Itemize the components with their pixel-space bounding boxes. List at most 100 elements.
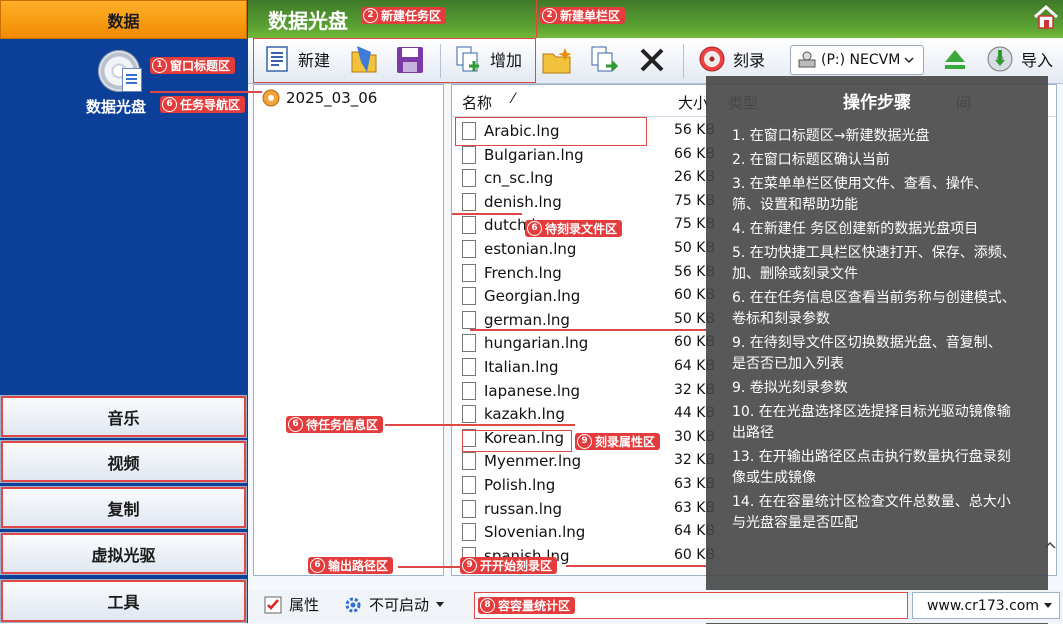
chevron-down-icon [1044,602,1052,608]
annotation-capacity: 8 容容量统计区 [478,597,576,614]
file-row[interactable]: Iapanese.lng [462,380,580,402]
boot-gear-icon [345,597,361,612]
step-item: 4. 在新建任 务区创建新的数据光盘项目 [732,221,979,237]
file-row[interactable]: estonian.lng [462,238,576,260]
file-name: Georgian.lng [484,287,581,306]
tab-data-label: 数据 [107,11,140,31]
menu-region-divider [536,0,537,38]
file-row[interactable]: cn_sc.lng [462,167,553,189]
move-file-icon[interactable] [589,44,621,76]
eject-icon[interactable] [941,46,969,74]
tab-copy-label: 复制 [107,499,140,519]
file-row[interactable]: Polish.lng [462,474,555,496]
annotation-window-title: 1 窗口标题区 [150,57,236,74]
new-task-region-box [253,38,536,83]
annotation-start-burn: 9 开开始刻录区 [460,557,558,574]
tab-virtual-drive-label: 虚拟光驱 [91,545,156,565]
file-icon [462,499,476,518]
annotation-menu-bar: 2 新建单栏区 [540,7,626,24]
file-row[interactable]: Bulgarian.lng [462,144,584,166]
document-icon [122,68,142,92]
file-icon [462,381,476,400]
annotation-window-title-text: 窗口标题区 [170,59,231,73]
delete-icon[interactable] [637,45,667,75]
tab-virtual-drive[interactable]: 虚拟光驱 [0,532,247,575]
file-row[interactable]: Myenmer.lng [462,450,581,472]
checklist-icon [264,596,282,613]
file-row[interactable]: kazakh.lng [462,403,565,425]
file-icon [462,169,476,188]
annotation-burn-props: 9 刻录属性区 [575,433,661,450]
burn-props-box [462,430,572,452]
column-size[interactable]: 大小 [678,92,708,113]
file-row[interactable]: denish.lng [462,191,562,213]
import-button[interactable]: 导入 [985,44,1053,74]
file-name: Italian.lng [484,358,559,376]
data-disc-label: 数据光盘 [86,98,147,116]
tab-tools[interactable]: 工具 [0,579,247,623]
file-row[interactable]: hungarian.lng [462,332,588,354]
steps-title: 操作步骤 [843,93,911,113]
import-button-label: 导入 [1021,51,1054,70]
tab-video-label: 视频 [107,453,140,473]
annotation-task-nav: 6 任务导航区 [160,96,246,113]
step-item: 14. 在在容量统计区检查文件总数量、总大小 与光盘容量是否匹配 [732,494,1011,531]
step-item: 3. 在菜单单栏区使用文件、查看、操作、 筛、设置和帮助功能 [732,176,988,213]
task-info-leader [385,424,575,426]
boot-select[interactable]: 不可启动 [343,594,445,615]
task-nav-leader [150,91,262,93]
burn-button[interactable]: 刻录 [697,44,765,74]
file-icon [462,263,476,282]
annotation-new-task: 2 新建任务区 [361,7,447,24]
file-icon [462,216,476,235]
column-name[interactable]: 名称 [462,92,492,113]
site-select[interactable]: www.cr173.com [912,592,1060,619]
file-icon [462,145,476,164]
tab-data[interactable]: 数据 [0,0,247,39]
file-icon [462,240,476,258]
tab-music[interactable]: 音乐 [0,395,247,438]
file-row[interactable]: Slovenian.lng [462,521,585,543]
pending-files-box [455,117,647,146]
annotation-start-burn-text: 开开始刻录区 [480,559,553,573]
file-name: german.lng [484,310,570,329]
sort-indicator: ⁄ [512,91,515,107]
file-icon [462,523,476,542]
file-row[interactable]: german.lng [462,309,570,331]
properties-button[interactable]: 属性 [263,594,319,615]
step-item: 2. 在窗口标题区确认当前 [732,152,890,168]
page-title: 数据光盘 [268,9,348,33]
file-name: Slovenian.lng [484,523,586,542]
step-item: 9. 在待刻导文件区切换数据光盘、音复制、 是否否已加入列表 [732,335,1002,372]
properties-label: 属性 [289,596,320,614]
step-item: 5. 在功快捷工具栏区快速打开、保存、添频、 加、删除或刻录文件 [732,245,1016,282]
annotation-burn-props-text: 刻录属性区 [595,435,656,449]
file-icon [462,192,476,211]
project-tree-item[interactable]: 2025_03_06 [262,89,377,107]
file-name: Iapanese.lng [484,381,581,400]
file-row[interactable]: Italian.lng [462,356,559,378]
annotation-new-task-text: 新建任务区 [381,9,442,23]
file-name: cn_sc.lng [484,169,554,188]
file-name: kazakh.lng [484,405,565,424]
project-disc-icon [262,89,280,107]
tab-copy[interactable]: 复制 [0,486,247,529]
annotation-output-path-text: 输出路径区 [328,559,389,573]
site-label: www.cr173.com [926,597,1039,614]
file-row[interactable]: French.lng [462,262,562,284]
burn-disc-icon [699,46,725,72]
home-icon[interactable] [1032,4,1060,30]
file-row[interactable]: russan.lng [462,498,562,520]
file-row[interactable]: Georgian.lng [462,285,580,307]
pending-files-leader [452,213,522,215]
annotation-capacity-text: 容容量统计区 [498,599,571,613]
annotation-pending-files-text: 待刻录文件区 [545,222,618,236]
annotation-task-info: 6 待任务信息区 [286,416,384,433]
tab-video[interactable]: 视频 [0,440,247,483]
annotation-task-nav-text: 任务导航区 [180,98,241,112]
output-path-leader [398,566,462,568]
new-folder-icon[interactable] [541,46,573,76]
drive-select[interactable]: (P:) NECVM [790,45,924,75]
annotation-task-info-text: 待任务信息区 [306,418,379,432]
toolbar-divider [683,44,684,78]
